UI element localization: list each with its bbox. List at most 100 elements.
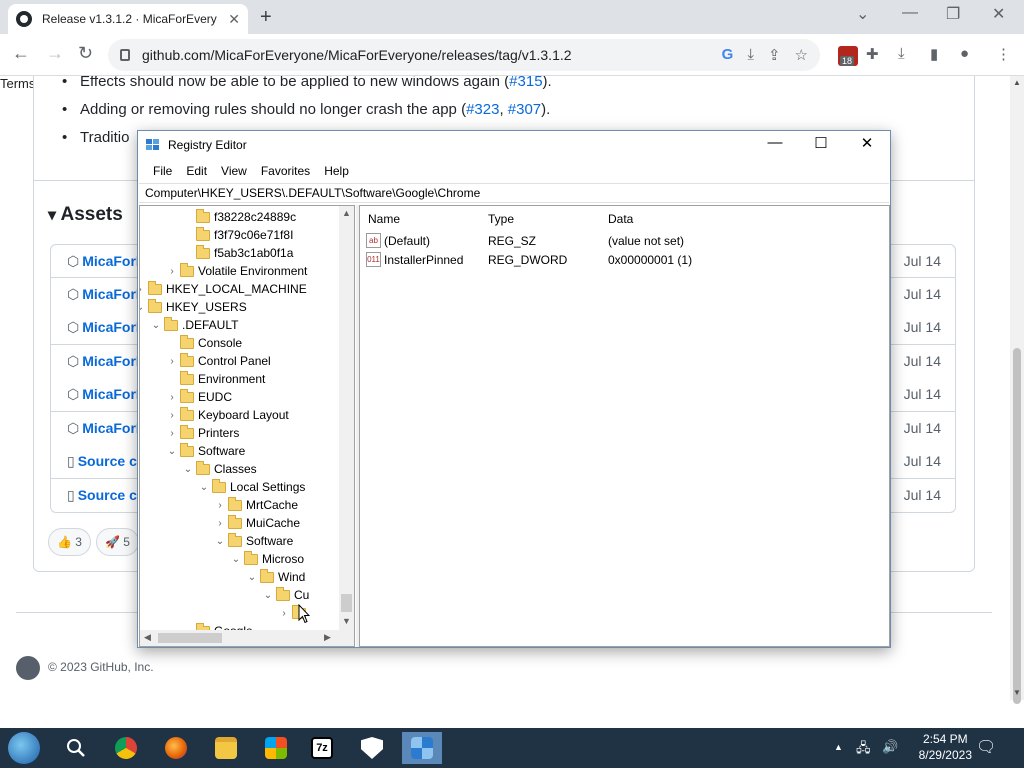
tree-scroll-up-icon[interactable]: ▲ (342, 208, 351, 218)
tree-node[interactable]: ⌄ Local Settings (196, 478, 305, 496)
expand-chevron-icon[interactable]: › (164, 356, 180, 367)
system-clock[interactable]: 2:54 PM 8/29/2023 (919, 731, 972, 763)
expand-chevron-icon[interactable]: › (164, 428, 180, 439)
column-header-name[interactable]: Name (368, 212, 400, 226)
forward-button[interactable]: → (46, 43, 64, 64)
store-icon[interactable] (256, 732, 296, 764)
tree-node[interactable]: f3f79c06e71f8I (180, 226, 293, 244)
collapse-chevron-icon[interactable]: ⌄ (212, 536, 228, 547)
tree-node[interactable]: f5ab3c1ab0f1a (180, 244, 293, 262)
tree-hscroll-thumb[interactable] (158, 633, 222, 643)
tree-node[interactable]: › EUDC (164, 388, 232, 406)
asset-link[interactable]: ⬡ MicaForE (67, 253, 145, 270)
reload-button[interactable]: ↻ (78, 43, 93, 64)
regedit-maximize-button[interactable]: ☐ (806, 134, 836, 152)
tree-node[interactable]: › MuiCache (212, 514, 300, 532)
column-header-data[interactable]: Data (608, 212, 633, 226)
menu-favorites[interactable]: Favorites (254, 161, 317, 183)
expand-chevron-icon[interactable]: › (212, 500, 228, 511)
tree-node[interactable]: › HKEY_LOCAL_MACHINE (140, 280, 307, 298)
tree-node[interactable]: › Volatile Environment (164, 262, 307, 280)
start-button[interactable] (8, 732, 40, 764)
tab-close-icon[interactable]: ✕ (228, 11, 240, 28)
chrome-icon[interactable] (106, 732, 146, 764)
column-header-type[interactable]: Type (488, 212, 514, 226)
asset-link[interactable]: ⬡ MicaForE (67, 286, 145, 303)
regedit-close-button[interactable]: ✕ (852, 134, 882, 152)
asset-link[interactable]: ⬡ MicaForE (67, 319, 145, 336)
expand-chevron-icon[interactable]: › (164, 266, 180, 277)
show-hidden-icons-icon[interactable]: ▲ (834, 742, 843, 752)
tree-node[interactable]: › Control Panel (164, 352, 271, 370)
tree-node[interactable]: › Printers (164, 424, 239, 442)
issue-link[interactable]: #307 (508, 101, 541, 118)
tree-horizontal-scrollbar[interactable]: ◀ ▶ (140, 630, 354, 646)
file-explorer-icon[interactable] (206, 732, 246, 764)
tree-scroll-right-icon[interactable]: ▶ (324, 632, 331, 643)
tree-scroll-left-icon[interactable]: ◀ (144, 632, 151, 643)
registry-value-row[interactable]: ab (Default) REG_SZ (value not set) (366, 232, 886, 250)
collapse-chevron-icon[interactable]: ⌄ (164, 446, 180, 457)
expand-chevron-icon[interactable]: › (164, 410, 180, 421)
menu-edit[interactable]: Edit (179, 161, 214, 183)
page-scrollbar[interactable]: ▲ ▼ (1010, 76, 1024, 704)
tree-node[interactable]: ⌄ Classes (180, 460, 257, 478)
collapse-chevron-icon[interactable]: ⌄ (260, 590, 276, 601)
registry-tree-pane[interactable]: f38228c24889c f3f79c06e71f8I f5ab3c1ab0f1a… (139, 205, 355, 647)
scrollbar-thumb[interactable] (1013, 348, 1021, 704)
regedit-address-bar[interactable]: Computer\HKEY_USERS\.DEFAULT\Software\Go… (139, 183, 889, 203)
regedit-icon[interactable] (402, 732, 442, 764)
tree-vertical-scrollbar[interactable]: ▲ ▼ (339, 206, 354, 631)
expand-chevron-icon[interactable]: › (212, 518, 228, 529)
tree-node[interactable]: Environment (164, 370, 265, 388)
tab-search-icon[interactable]: ⌄ (856, 4, 869, 24)
asset-link[interactable]: ▯ Source c (67, 487, 137, 504)
asset-link[interactable]: ⬡ MicaForE (67, 420, 145, 437)
install-app-icon[interactable]: ⤓ (747, 46, 754, 64)
footer-link-terms[interactable]: Terms (0, 76, 35, 91)
menu-view[interactable]: View (214, 161, 254, 183)
tree-node[interactable]: ⌄ HKEY_USERS (140, 298, 247, 316)
restore-button[interactable]: ❐ (946, 4, 960, 24)
tree-node[interactable]: ⌄ Software (212, 532, 293, 550)
registry-values-pane[interactable]: Name Type Data ab (Default) REG_SZ (value n… (359, 205, 890, 647)
search-icon[interactable] (56, 732, 96, 764)
tree-node[interactable]: f38228c24889c (180, 208, 296, 226)
tree-node[interactable]: Console (164, 334, 242, 352)
asset-link[interactable]: ⬡ MicaForE (67, 353, 145, 370)
collapse-chevron-icon[interactable]: ⌄ (148, 320, 164, 331)
tree-node[interactable]: ⌄ Microso (228, 550, 304, 568)
tree-node[interactable]: › Keyboard Layout (164, 406, 289, 424)
google-translate-icon[interactable]: G (722, 46, 734, 64)
profile-avatar-icon[interactable]: ● (960, 45, 969, 62)
side-panel-icon[interactable]: ▮ (930, 45, 938, 63)
7zip-icon[interactable]: 7z (302, 732, 342, 764)
issue-link[interactable]: #315 (509, 76, 542, 90)
reaction-rocket[interactable]: 🚀 5 (96, 528, 139, 556)
collapse-chevron-icon[interactable]: ⌄ (228, 554, 244, 565)
tree-node[interactable]: ⌄ Cu (260, 586, 309, 604)
expand-chevron-icon[interactable]: › (276, 608, 292, 619)
registry-value-row[interactable]: 011 InstallerPinned REG_DWORD 0x00000001 (1… (366, 251, 886, 269)
downloads-icon[interactable]: ⤓ (898, 45, 905, 62)
back-button[interactable]: ← (12, 43, 30, 64)
asset-link[interactable]: ▯ Source c (67, 453, 137, 470)
regedit-minimize-button[interactable]: — (760, 134, 790, 151)
reaction-thumbs-up[interactable]: 👍 3 (48, 528, 91, 556)
volume-icon[interactable]: 🔊 (882, 739, 898, 755)
security-icon[interactable] (352, 732, 392, 764)
collapse-chevron-icon[interactable]: ⌄ (180, 464, 196, 475)
new-tab-button[interactable]: + (260, 6, 272, 29)
collapse-chevron-icon[interactable]: ⌄ (196, 482, 212, 493)
asset-link[interactable]: ⬡ MicaForE (67, 386, 145, 403)
collapse-chevron-icon[interactable]: ⌄ (140, 302, 148, 313)
scroll-down-arrow-icon[interactable]: ▼ (1013, 688, 1021, 697)
scroll-up-arrow-icon[interactable]: ▲ (1013, 78, 1021, 87)
github-logo-icon[interactable] (16, 656, 40, 680)
assets-heading[interactable]: Assets (48, 204, 122, 226)
menu-file[interactable]: File (146, 161, 179, 183)
share-icon[interactable]: ⇪ (768, 46, 781, 64)
tree-node[interactable]: › MrtCache (212, 496, 298, 514)
close-window-button[interactable]: ✕ (992, 4, 1005, 24)
tree-vscroll-thumb[interactable] (341, 594, 352, 612)
